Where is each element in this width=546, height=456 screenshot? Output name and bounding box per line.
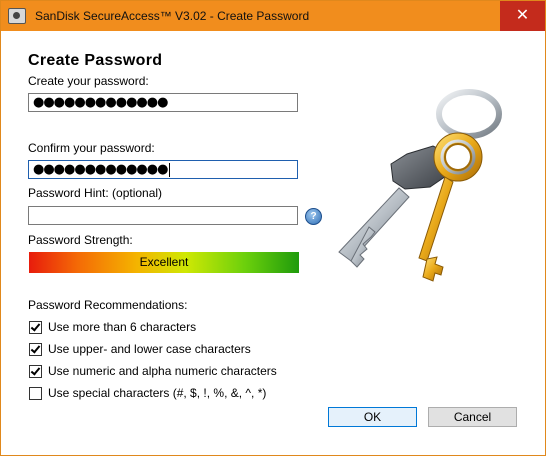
app-icon	[8, 8, 26, 24]
ok-button[interactable]: OK	[328, 407, 417, 427]
confirm-password-field[interactable]: ●●●●●●●●●●●●●	[28, 160, 298, 179]
cancel-button[interactable]: Cancel	[428, 407, 517, 427]
confirm-password-value: ●●●●●●●●●●●●●	[33, 162, 168, 177]
help-icon[interactable]: ?	[305, 208, 322, 225]
create-password-label: Create your password:	[28, 74, 149, 88]
password-hint-field[interactable]	[28, 206, 298, 225]
close-button[interactable]: ✕	[500, 1, 545, 31]
text-caret	[169, 162, 171, 177]
recommendation-text: Use special characters (#, $, !, %, &, ^…	[48, 386, 267, 400]
password-strength-meter: Excellent	[29, 252, 299, 273]
dialog-body: Create Password Create your password: ●●…	[9, 31, 537, 447]
window-title: SanDisk SecureAccess™ V3.02 - Create Pas…	[35, 9, 310, 23]
recommendations-label: Password Recommendations:	[28, 298, 188, 312]
keys-illustration-icon	[338, 89, 502, 282]
recommendation-text: Use upper- and lower case characters	[48, 342, 251, 356]
confirm-password-label: Confirm your password:	[28, 141, 155, 155]
page-title: Create Password	[28, 52, 163, 69]
password-strength-value: Excellent	[139, 255, 189, 269]
recommendation-text: Use numeric and alpha numeric characters	[48, 364, 277, 378]
checkbox-upper-lower-case[interactable]	[29, 343, 42, 356]
title-bar[interactable]: SanDisk SecureAccess™ V3.02 - Create Pas…	[1, 1, 545, 31]
password-hint-label: Password Hint: (optional)	[28, 186, 163, 200]
checkbox-more-than-6-characters[interactable]	[29, 321, 42, 334]
create-password-field[interactable]: ●●●●●●●●●●●●●	[28, 93, 298, 112]
dialog-window: SanDisk SecureAccess™ V3.02 - Create Pas…	[0, 0, 546, 456]
checkbox-numeric-alpha-numeric[interactable]	[29, 365, 42, 378]
password-strength-label: Password Strength:	[28, 233, 133, 247]
checkbox-special-characters[interactable]	[29, 387, 42, 400]
recommendation-text: Use more than 6 characters	[48, 320, 197, 334]
create-password-value: ●●●●●●●●●●●●●	[33, 95, 168, 110]
